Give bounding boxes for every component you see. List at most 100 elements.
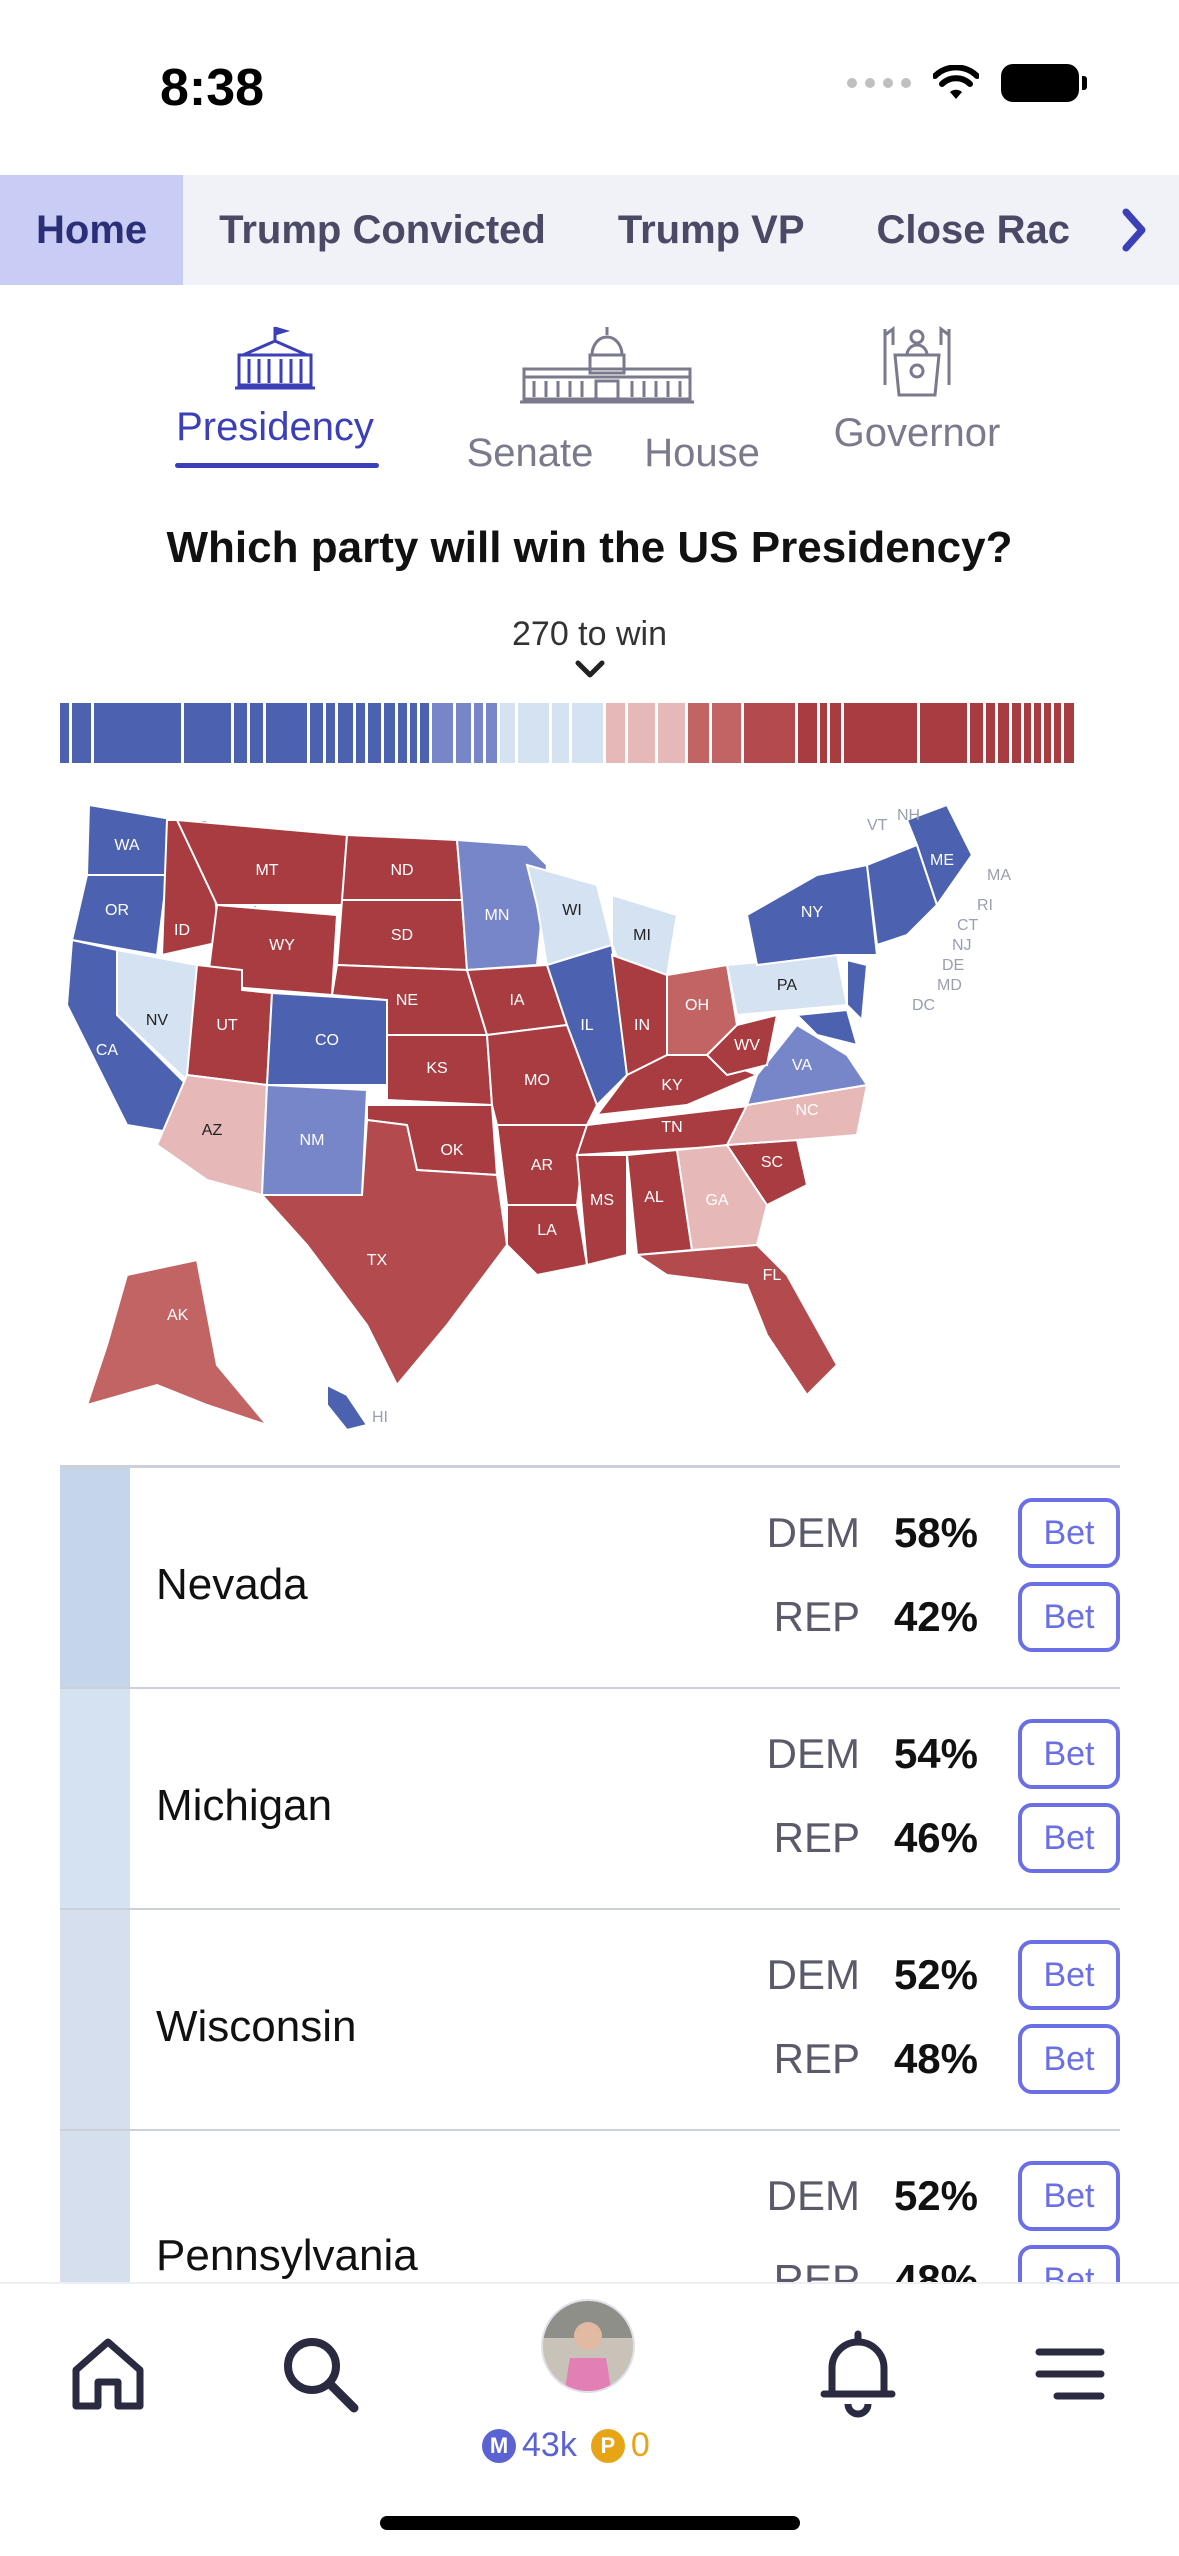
dem-odds: DEM 52% Bet — [730, 2161, 1120, 2231]
nav-home-button[interactable] — [68, 2334, 148, 2419]
wifi-icon — [933, 65, 979, 99]
tab-house[interactable]: House — [622, 417, 782, 476]
ev-segment — [420, 703, 432, 763]
map-label: AZ — [202, 1122, 223, 1139]
map-label: ND — [390, 862, 413, 879]
ev-segment — [60, 703, 72, 763]
map-label: OH — [685, 997, 709, 1014]
map-label: MA — [987, 867, 1011, 884]
map-label: DC — [912, 997, 935, 1014]
nav-search-button[interactable] — [278, 2332, 362, 2421]
dem-label: DEM — [766, 1509, 860, 1556]
battery-icon — [1001, 64, 1087, 102]
tab-senate-label: Senate — [466, 431, 594, 475]
ev-segment — [1054, 703, 1064, 763]
ev-segment — [920, 703, 970, 763]
ev-segment — [1064, 703, 1074, 763]
tab-senate[interactable]: Senate — [450, 417, 610, 476]
map-label: HI — [372, 1409, 388, 1426]
ev-segment — [1044, 703, 1054, 763]
state-color-swatch — [60, 1689, 130, 1908]
map-label: KY — [661, 1077, 683, 1094]
map-label: AR — [531, 1157, 553, 1174]
ev-segment — [486, 703, 500, 763]
rep-pct: 48% — [893, 2035, 978, 2082]
dem-pct: 52% — [893, 2172, 978, 2219]
white-house-icon — [235, 326, 315, 390]
wallet-balance[interactable]: M 43k P 0 — [482, 2426, 650, 2465]
map-label: VT — [867, 817, 888, 834]
map-label: CA — [96, 1042, 119, 1059]
mana-coin-icon: M — [482, 2428, 516, 2463]
bet-dem-button[interactable]: Bet — [1018, 1498, 1120, 1568]
ev-segment — [970, 703, 986, 763]
rep-label: REP — [773, 1814, 860, 1861]
map-label: MD — [937, 977, 962, 994]
table-row[interactable]: Nevada DEM 58% Bet REP 42% Bet — [60, 1468, 1120, 1689]
tab-presidency[interactable]: Presidency — [175, 325, 375, 450]
tab-governor[interactable]: Governor — [812, 325, 1022, 456]
bet-dem-button[interactable]: Bet — [1018, 2161, 1120, 2231]
map-label: SC — [761, 1154, 783, 1171]
map-label: NH — [897, 807, 920, 824]
rep-odds: REP 48% Bet — [730, 2024, 1120, 2094]
dem-label: DEM — [766, 1730, 860, 1777]
status-bar: 8:38 — [0, 0, 1179, 175]
home-indicator — [380, 2516, 800, 2530]
nav-profile-button[interactable] — [540, 2298, 636, 2399]
tabs-scroll-right-button[interactable] — [1089, 175, 1179, 285]
table-row[interactable]: Michigan DEM 54% Bet REP 46% Bet — [60, 1689, 1120, 1910]
state-ms — [575, 1154, 628, 1267]
tab-trump-convicted[interactable]: Trump Convicted — [183, 175, 582, 285]
bet-rep-button[interactable]: Bet — [1018, 1803, 1120, 1873]
prize-balance: 0 — [630, 2426, 650, 2464]
dem-odds: DEM 52% Bet — [730, 1940, 1120, 2010]
state-color-swatch — [60, 1468, 130, 1687]
nav-notifications-button[interactable] — [818, 2328, 898, 2423]
ev-segment — [572, 703, 606, 763]
map-label: WY — [269, 937, 295, 954]
dem-label: DEM — [766, 2172, 860, 2219]
avatar — [541, 2299, 635, 2393]
ev-segment — [234, 703, 250, 763]
table-row[interactable]: Wisconsin DEM 52% Bet REP 48% Bet — [60, 1910, 1120, 2131]
ev-segment — [712, 703, 744, 763]
ev-segment — [1034, 703, 1044, 763]
map-label: TN — [661, 1119, 682, 1136]
tab-trump-vp[interactable]: Trump VP — [582, 175, 841, 285]
ev-segment — [744, 703, 798, 763]
map-label: IN — [634, 1017, 650, 1034]
ev-segment — [628, 703, 658, 763]
ev-segment — [998, 703, 1012, 763]
bet-rep-button[interactable]: Bet — [1018, 1582, 1120, 1652]
chevron-right-icon — [1122, 208, 1146, 252]
ev-segment — [844, 703, 920, 763]
podium-icon — [883, 326, 951, 397]
bet-dem-button[interactable]: Bet — [1018, 1940, 1120, 2010]
map-label: NJ — [952, 937, 972, 954]
ev-segment — [474, 703, 486, 763]
tab-governor-label: Governor — [833, 411, 1001, 455]
chevron-down-icon — [575, 660, 605, 678]
tab-home[interactable]: Home — [0, 175, 184, 285]
map-label: AK — [167, 1307, 189, 1324]
state-name: Wisconsin — [156, 2002, 357, 2051]
state-ak — [85, 1258, 271, 1428]
close-races-table: Nevada DEM 58% Bet REP 42% Bet Michigan … — [60, 1465, 1120, 2352]
state-fl — [634, 1243, 839, 1397]
ev-segment — [606, 703, 628, 763]
nav-menu-button[interactable] — [1035, 2344, 1105, 2409]
bet-rep-button[interactable]: Bet — [1018, 2024, 1120, 2094]
ev-segment — [250, 703, 266, 763]
tab-close-races[interactable]: Close Rac — [841, 175, 1106, 285]
ev-segment — [384, 703, 398, 763]
ev-segment — [368, 703, 384, 763]
ev-segment — [820, 703, 830, 763]
map-label: TX — [367, 1252, 388, 1269]
electoral-vote-bar — [60, 703, 1120, 763]
ev-segment — [184, 703, 234, 763]
bet-dem-button[interactable]: Bet — [1018, 1719, 1120, 1789]
dem-pct: 58% — [893, 1509, 978, 1556]
map-label: SD — [391, 927, 413, 944]
map-label: ID — [174, 922, 190, 939]
